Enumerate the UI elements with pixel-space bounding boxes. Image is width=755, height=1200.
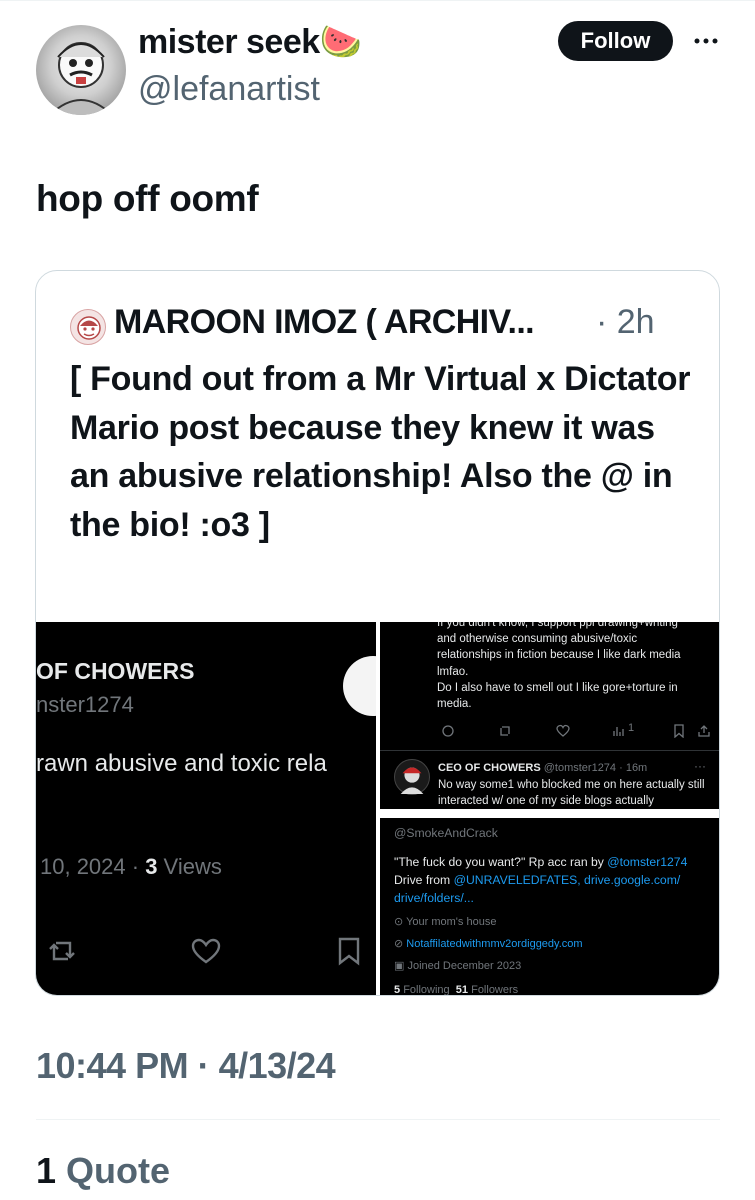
quote-count: 1	[36, 1150, 57, 1191]
image-more-icon: ···	[694, 759, 706, 773]
image-profile-handle: nster1274	[36, 692, 134, 717]
image-post-line: and otherwise consuming abusive/toxic	[437, 633, 638, 646]
image-views-label: Views	[157, 854, 222, 879]
image-location-text: Your mom's house	[406, 916, 497, 928]
quoted-time: · 2h	[596, 303, 655, 341]
quote-label: Quote	[66, 1150, 171, 1191]
image-following-count: 5	[394, 984, 401, 996]
quoted-image-right-top[interactable]: If you didn't know, I support ppl drawin…	[380, 622, 719, 815]
quoted-image-right-bottom[interactable]: @SmokeAndCrack "The fuck do you want?" R…	[380, 818, 719, 996]
image-post-text: If you didn't know, I support ppl drawin…	[437, 622, 719, 712]
image-white-strip	[380, 809, 719, 815]
image-profile-location: ⊙ Your mom's house	[394, 915, 496, 928]
image-divider	[380, 750, 719, 751]
like-icon	[556, 724, 570, 737]
image-views-count: 3	[145, 854, 158, 879]
share-icon	[698, 725, 710, 737]
image-bio-link: , drive.google.com/	[577, 873, 681, 887]
tweet-text: hop off oomf	[36, 178, 259, 219]
calendar-icon: ▣	[394, 960, 408, 972]
image-reply-header: CEO OF CHOWERS @tomster1274 · 16m	[438, 762, 647, 774]
image-post-line: If you didn't know, I support ppl drawin…	[437, 622, 678, 629]
image-reply-avatar	[394, 759, 430, 795]
image-reply-text: No way some1 who blocked me on here actu…	[438, 779, 705, 807]
image-profile-handle: @SmokeAndCrack	[394, 826, 498, 840]
image-reply-meta: @tomster1274 · 16m	[543, 762, 648, 774]
repost-icon	[49, 941, 75, 961]
image-profile-bio-line1: "The fuck do you want?" Rp acc ran by @t…	[394, 855, 687, 869]
author-handle[interactable]: @lefanartist	[138, 70, 320, 109]
like-icon	[191, 938, 221, 964]
tweet-timestamp[interactable]: 10:44 PM · 4/13/24	[36, 1045, 336, 1087]
repost-icon	[500, 726, 510, 736]
image-bio-text: Drive from	[394, 873, 454, 887]
link-icon: ⊘	[394, 938, 407, 950]
author-display-name[interactable]: mister seek🍉	[138, 22, 362, 62]
top-divider	[0, 0, 755, 3]
image-profile-website: ⊘ Notaffilatedwithmmv2ordiggedy.com	[394, 937, 583, 950]
bookmark-icon	[338, 937, 360, 966]
quoted-text: [ Found out from a Mr Virtual x Dictator…	[70, 360, 691, 544]
quoted-author-avatar[interactable]	[70, 309, 106, 345]
location-icon: ⊙	[394, 916, 407, 928]
stats-divider	[36, 1119, 720, 1120]
image-post-date-text: 10, 2024 ·	[40, 854, 146, 879]
image-reply-name: CEO OF CHOWERS	[438, 762, 541, 774]
image-profile-follows: 5 Following 51 Followers	[394, 984, 519, 996]
image-profile-circle	[343, 656, 376, 716]
image-profile-bio: rawn abusive and toxic rela	[36, 750, 327, 777]
image-profile-bio-line2: Drive from @UNRAVELEDFATES, drive.google…	[394, 873, 680, 887]
image-followers-label: Followers	[471, 984, 519, 996]
quoted-tweet-card[interactable]: MAROON IMOZ ( ARCHIV... · 2h [ Found out…	[35, 270, 720, 996]
image-bio-link: @UNRAVELEDFATES	[453, 873, 578, 887]
image-followers-count: 51	[455, 984, 469, 996]
more-options-icon[interactable]	[689, 24, 723, 58]
quote-count-link[interactable]: 1 Quote	[36, 1150, 170, 1192]
avatar-drawing-icon	[49, 42, 113, 115]
image-following-label: Following	[403, 984, 450, 996]
image-joined-text: Joined December 2023	[407, 960, 522, 972]
image-profile-name: OF CHOWERS	[36, 658, 195, 684]
image-post-line: lmfao.	[437, 665, 469, 678]
bookmark-icon	[674, 724, 684, 738]
image-bio-link: @tomster1274	[607, 855, 688, 869]
image-profile-joined: ▣ Joined December 2023	[394, 959, 521, 972]
image-post-date: 10, 2024 · 3 Views	[40, 854, 222, 880]
quoted-author-name[interactable]: MAROON IMOZ ( ARCHIV...	[114, 303, 535, 342]
image-website-text: Notaffilatedwithmmv2ordiggedy.com	[406, 938, 583, 950]
author-avatar[interactable]	[36, 25, 126, 115]
image-bio-link: drive/folders/...	[394, 891, 474, 905]
views-icon	[613, 727, 624, 736]
image-bio-text: "The fuck do you want?" Rp acc ran by	[394, 855, 608, 869]
follow-button[interactable]: Follow	[558, 21, 673, 61]
image-post-line: relationships in fiction because I like …	[437, 649, 681, 662]
reply-icon	[442, 725, 454, 737]
image-post-line: media.	[437, 698, 472, 711]
image-views-count: 1	[628, 722, 635, 734]
image-post-line: Do I also have to smell out I like gore+…	[437, 681, 678, 694]
image-action-bar: 1	[435, 722, 715, 740]
quoted-image-left[interactable]: OF CHOWERS nster1274 rawn abusive and to…	[36, 622, 376, 995]
